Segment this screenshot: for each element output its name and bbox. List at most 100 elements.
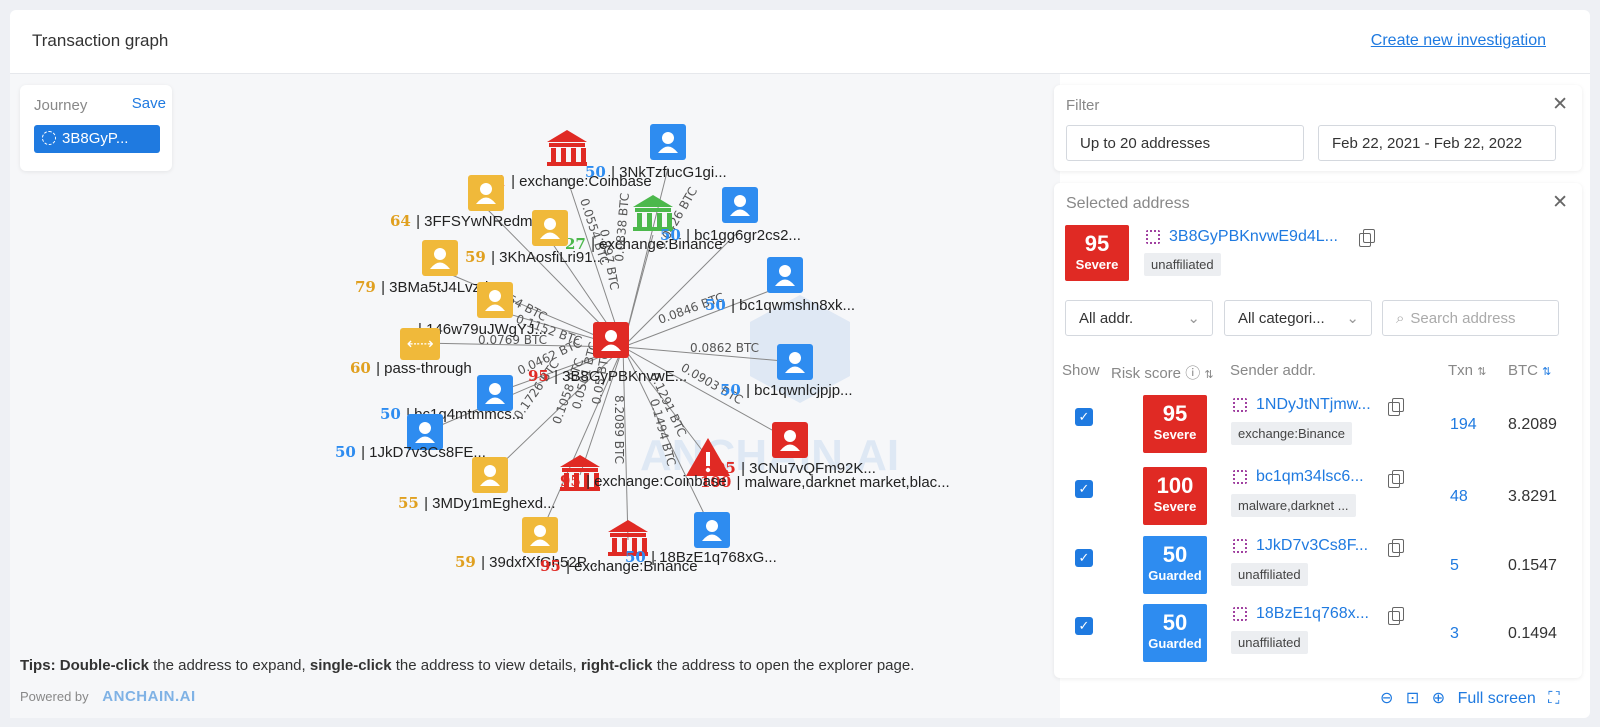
save-journey-button[interactable]: Save	[132, 95, 166, 112]
sender-address-link[interactable]: 1NDyJtNTjmw...	[1256, 396, 1371, 414]
copy-icon[interactable]	[1388, 398, 1404, 416]
chevron-down-icon: ⌄	[1187, 310, 1200, 327]
sort-icon: ⇅	[1477, 366, 1487, 378]
node-label[interactable]: 95 | exchange:Coinbase	[560, 472, 727, 490]
copy-icon[interactable]	[1359, 229, 1375, 247]
copy-icon[interactable]	[1388, 470, 1404, 488]
node-label[interactable]: 50 | bc1qwnlcjpjp...	[720, 381, 853, 399]
show-checkbox[interactable]: ✓	[1075, 549, 1093, 567]
btc-amount: 8.2089	[1508, 416, 1557, 433]
txn-count-link[interactable]: 48	[1450, 488, 1468, 506]
risk-badge: 100 Severe	[1143, 467, 1207, 525]
tips-text-b: the address to expand,	[148, 657, 310, 674]
category-dropdown[interactable]: All categori... ⌄	[1224, 300, 1372, 336]
node-user-yellow-icon[interactable]	[468, 175, 504, 211]
risk-score-header: Risk score	[1111, 365, 1182, 382]
column-risk-score[interactable]: Risk score ⓘ ⇅	[1111, 362, 1214, 383]
category-value: All categori...	[1238, 310, 1325, 327]
node-label[interactable]: 50 | bc1q4mtmmcs...	[380, 405, 524, 423]
search-address-input[interactable]: ⌕ Search address	[1382, 300, 1559, 336]
node-address: | bc1qwmshn8xk...	[731, 297, 855, 314]
txn-count-link[interactable]: 194	[1450, 416, 1477, 434]
node-label[interactable]: 60 | pass-through	[350, 359, 472, 377]
node-score: 59	[455, 553, 481, 571]
node-address: | 3MDy1mEghexd...	[424, 495, 555, 512]
fullscreen-button[interactable]: Full screen	[1458, 690, 1536, 707]
node-bank-red-icon[interactable]	[547, 130, 587, 166]
risk-score-value: 95	[1162, 401, 1188, 426]
close-filter-icon[interactable]: ✕	[1552, 93, 1568, 116]
column-txn[interactable]: Txn ⇅	[1448, 362, 1486, 379]
node-user-red-icon[interactable]	[772, 422, 808, 458]
sender-address-link[interactable]: bc1qm34lsc6...	[1256, 468, 1364, 486]
journey-chip[interactable]: 3B8GyP...	[34, 125, 160, 153]
address-identicon	[1233, 398, 1247, 412]
tips-prefix: Tips:	[20, 657, 56, 674]
txn-count-link[interactable]: 5	[1450, 557, 1459, 575]
create-investigation-link[interactable]: Create new investigation	[1371, 32, 1546, 50]
show-checkbox[interactable]: ✓	[1075, 408, 1093, 426]
node-label[interactable]: 50 | bc1gg6gr2cs2...	[660, 226, 801, 244]
center-node-icon[interactable]	[593, 322, 629, 358]
node-label[interactable]: 50 | 3NkTzfucG1gi...	[585, 163, 727, 181]
node-user-yellow-icon[interactable]	[477, 282, 513, 318]
show-checkbox[interactable]: ✓	[1075, 480, 1093, 498]
node-user-yellow-icon[interactable]	[472, 457, 508, 493]
risk-score-value: 50	[1162, 610, 1188, 635]
node-user-yellow-icon[interactable]	[532, 210, 568, 246]
node-label[interactable]: 59 | 3KhAosfiLri91...	[465, 248, 605, 266]
graph-tools: ⊖ ⊡ ⊕ Full screen ⛶	[1380, 688, 1567, 708]
show-checkbox[interactable]: ✓	[1075, 617, 1093, 635]
btc-header: BTC	[1508, 362, 1538, 379]
date-range-picker[interactable]: Feb 22, 2021 - Feb 22, 2022	[1318, 125, 1556, 161]
address-limit-select[interactable]: Up to 20 addresses	[1066, 125, 1304, 161]
node-user-blue-icon[interactable]	[650, 124, 686, 160]
node-user-blue-icon[interactable]	[694, 512, 730, 548]
address-identicon	[1233, 539, 1247, 553]
node-user-blue-icon[interactable]	[777, 344, 813, 380]
node-label[interactable]: 50 | 1JkD7v3Cs8FE...	[335, 443, 486, 461]
node-score: 60	[350, 359, 376, 377]
node-label[interactable]: 64 | 3FFSYwNRedmC...	[390, 212, 556, 230]
node-label[interactable]: 100 | malware,darknet market,blac...	[700, 473, 950, 491]
node-pass-yellow-icon[interactable]: ⇠⇢	[400, 328, 440, 360]
copy-icon[interactable]	[1388, 607, 1404, 625]
close-selected-icon[interactable]: ✕	[1552, 191, 1568, 214]
node-address: | malware,darknet market,blac...	[737, 474, 950, 491]
journey-label: Journey	[34, 97, 88, 114]
search-icon: ⌕	[1396, 310, 1405, 327]
column-btc[interactable]: BTC ⇅	[1508, 362, 1551, 379]
selected-level: Severe	[1075, 257, 1119, 272]
sender-address-link[interactable]: 1JkD7v3Cs8F...	[1256, 537, 1368, 555]
txn-count-link[interactable]: 3	[1450, 625, 1459, 643]
node-user-yellow-icon[interactable]	[522, 517, 558, 553]
info-icon: ⓘ	[1185, 365, 1201, 382]
node-address: | pass-through	[376, 360, 472, 377]
address-tag: unaffiliated	[1231, 563, 1308, 586]
fit-view-icon[interactable]: ⊡	[1406, 690, 1419, 707]
address-type-dropdown[interactable]: All addr. ⌄	[1065, 300, 1213, 336]
node-score: 50	[625, 548, 651, 566]
node-label[interactable]: 55 | 3MDy1mEghexd...	[398, 494, 556, 512]
tips-text: Tips: Double-click the address to expand…	[20, 657, 914, 674]
selected-address-link[interactable]: 3B8GyPBKnvwE9d4L...	[1169, 228, 1338, 246]
sort-icon: ⇅	[1204, 369, 1214, 381]
fullscreen-icon[interactable]: ⛶	[1548, 690, 1559, 707]
zoom-in-icon[interactable]: ⊕	[1432, 690, 1445, 707]
node-user-blue-icon[interactable]	[722, 187, 758, 223]
risk-score-value: 100	[1156, 473, 1194, 498]
center-node-label[interactable]: 95 | 3B8GyPBKnvwE...	[528, 367, 687, 385]
chevron-down-icon: ⌄	[1346, 310, 1359, 327]
node-address: | exchange:Coinbase	[586, 473, 727, 490]
node-user-blue-icon[interactable]	[767, 257, 803, 293]
node-label[interactable]: 50 | bc1qwmshn8xk...	[705, 296, 855, 314]
address-type-value: All addr.	[1079, 310, 1134, 327]
node-score: 95	[540, 557, 566, 575]
zoom-out-icon[interactable]: ⊖	[1380, 690, 1393, 707]
powered-by: Powered by ANCHAIN.AI	[20, 688, 196, 705]
node-user-yellow-icon[interactable]	[422, 240, 458, 276]
node-label[interactable]: 50 | 18BzE1q768xG...	[625, 548, 777, 566]
search-placeholder: Search address	[1410, 310, 1516, 327]
sender-address-link[interactable]: 18BzE1q768x...	[1256, 605, 1369, 623]
copy-icon[interactable]	[1388, 539, 1404, 557]
